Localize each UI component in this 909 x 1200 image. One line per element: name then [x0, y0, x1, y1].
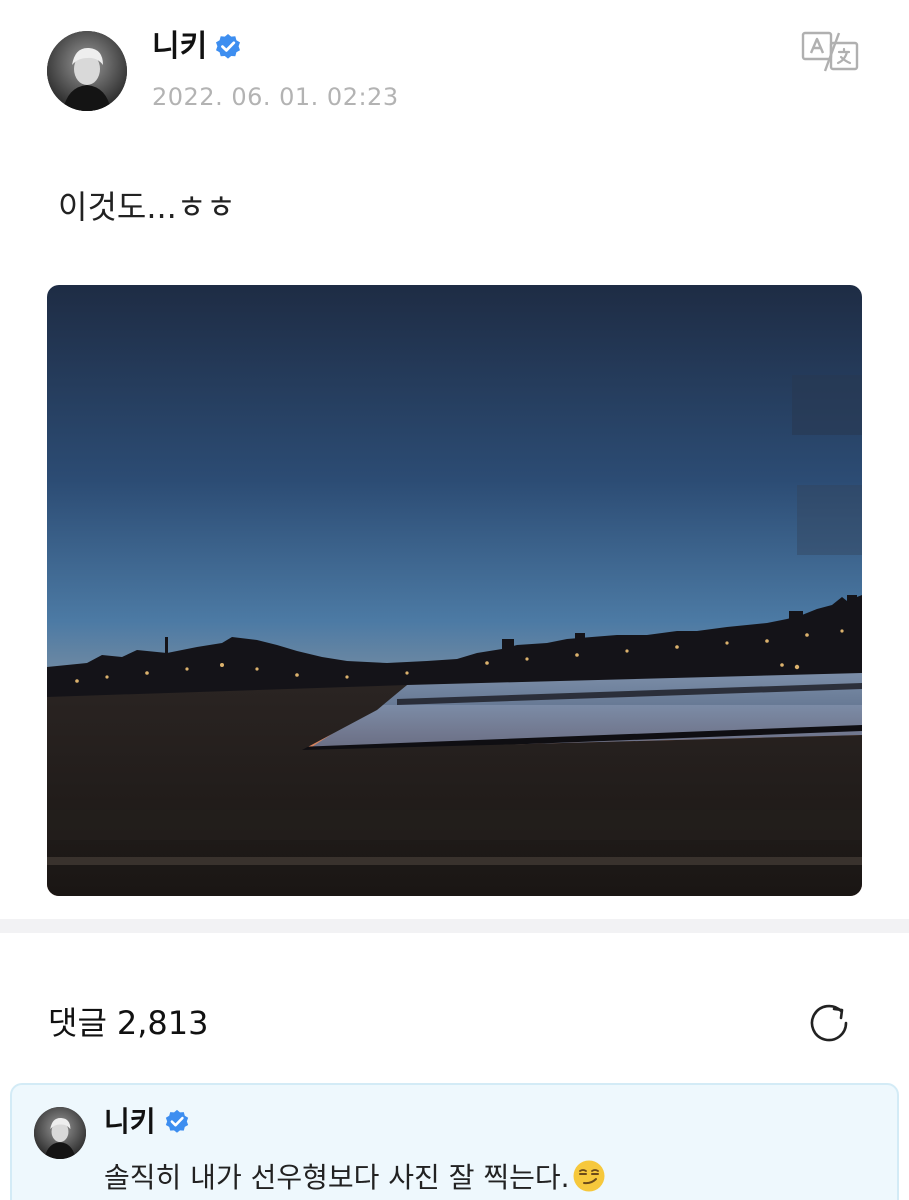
comments-header: 댓글 2,813: [48, 1002, 209, 1044]
translate-button[interactable]: [801, 31, 861, 73]
comment-verified-badge-icon: [165, 1109, 189, 1133]
comments-count: 2,813: [116, 1004, 209, 1042]
smirking-face-icon: [573, 1160, 605, 1192]
post-timestamp: 2022. 06. 01. 02:23: [152, 83, 399, 111]
photo-sunset-river-skyline: [47, 285, 862, 896]
comment-text-line: 솔직히 내가 선우형보다 사진 잘 찍는다.: [104, 1159, 606, 1196]
pinned-artist-comment[interactable]: 니키 솔직히 내가 선우형보다 사진 잘 찍는다.: [10, 1083, 899, 1200]
comment-text: 솔직히 내가 선우형보다 사진 잘 찍는다.: [104, 1161, 570, 1194]
author-name[interactable]: 니키: [152, 28, 207, 66]
translate-icon: [801, 31, 859, 72]
author-avatar[interactable]: [47, 31, 127, 111]
section-divider: [0, 919, 909, 933]
post-text: 이것도...ㅎㅎ: [58, 188, 236, 226]
refresh-button[interactable]: [806, 1000, 852, 1046]
post-photo[interactable]: [47, 285, 862, 896]
post-detail-page: 니키 2022. 06. 01. 02:23 이것도...ㅎㅎ 댓글 2,813…: [0, 0, 909, 1200]
comment-author-avatar[interactable]: [34, 1107, 86, 1159]
comments-label: 댓글: [48, 1004, 107, 1042]
refresh-icon: [810, 1004, 848, 1042]
verified-badge-icon: [216, 34, 240, 59]
comment-avatar-image: [34, 1107, 86, 1159]
comment-author-name[interactable]: 니키: [104, 1105, 156, 1139]
avatar-image: [47, 31, 127, 111]
